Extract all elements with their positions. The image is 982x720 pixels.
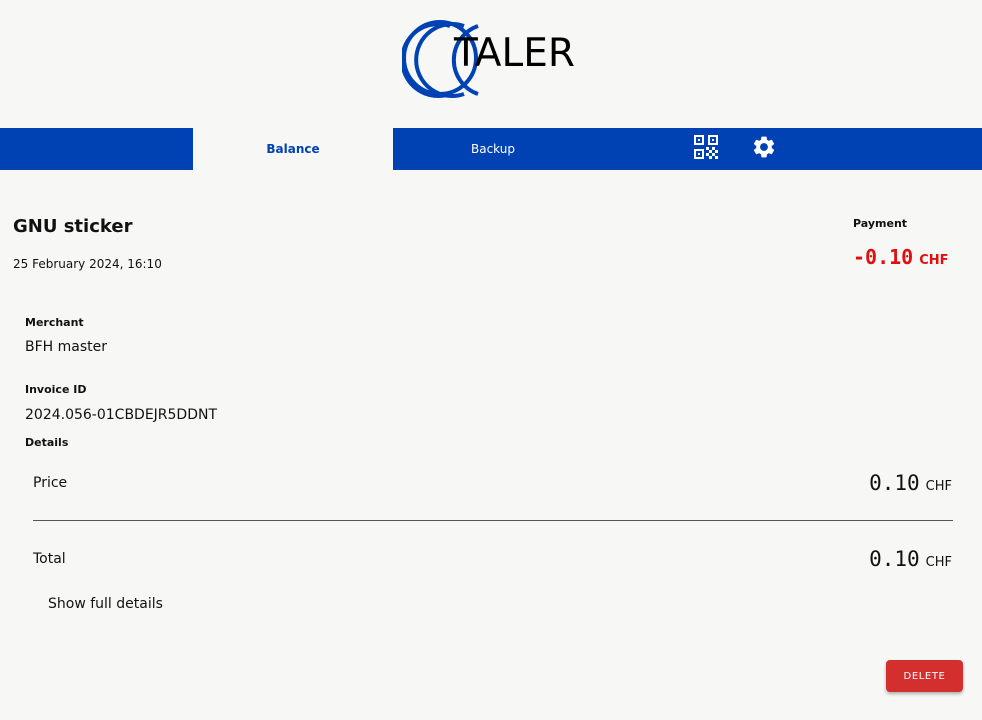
qr-code-icon[interactable]: [694, 135, 718, 159]
delete-button[interactable]: DELETE: [886, 660, 963, 692]
total-amount: 0.10 CHF: [869, 547, 952, 571]
price-amount: 0.10 CHF: [869, 471, 952, 495]
price-label: Price: [33, 475, 68, 491]
details-label: Details: [25, 436, 69, 449]
merchant-value: BFH master: [25, 339, 108, 355]
page: TALER Balance Backup GNU sticker 25 Febr…: [0, 0, 982, 720]
transaction-date: 25 February 2024, 16:10: [13, 257, 162, 271]
invoice-id-value: 2024.056-01CBDEJR5DDNT: [25, 407, 218, 423]
taler-logo: TALER: [400, 18, 584, 102]
transaction-amount: -0.10 CHF: [853, 245, 949, 269]
total-label: Total: [33, 551, 66, 567]
merchant-label: Merchant: [25, 316, 84, 329]
show-full-details-link[interactable]: Show full details: [48, 596, 163, 612]
price-amount-currency: CHF: [925, 479, 952, 494]
total-amount-currency: CHF: [925, 555, 952, 570]
total-amount-value: 0.10: [869, 547, 920, 571]
tab-backup[interactable]: Backup: [393, 128, 593, 170]
transaction-amount-value: -0.10: [853, 245, 914, 269]
transaction-title: GNU sticker: [13, 216, 133, 237]
invoice-id-label: Invoice ID: [25, 383, 87, 396]
transaction-type-label: Payment: [853, 217, 908, 230]
logo-text: TALER: [454, 31, 575, 76]
nav-bar: Balance Backup: [0, 128, 982, 170]
gear-icon[interactable]: [751, 134, 777, 160]
price-amount-value: 0.10: [869, 471, 920, 495]
details-divider: [33, 520, 953, 521]
transaction-amount-currency: CHF: [919, 253, 949, 268]
tab-balance[interactable]: Balance: [193, 128, 393, 170]
